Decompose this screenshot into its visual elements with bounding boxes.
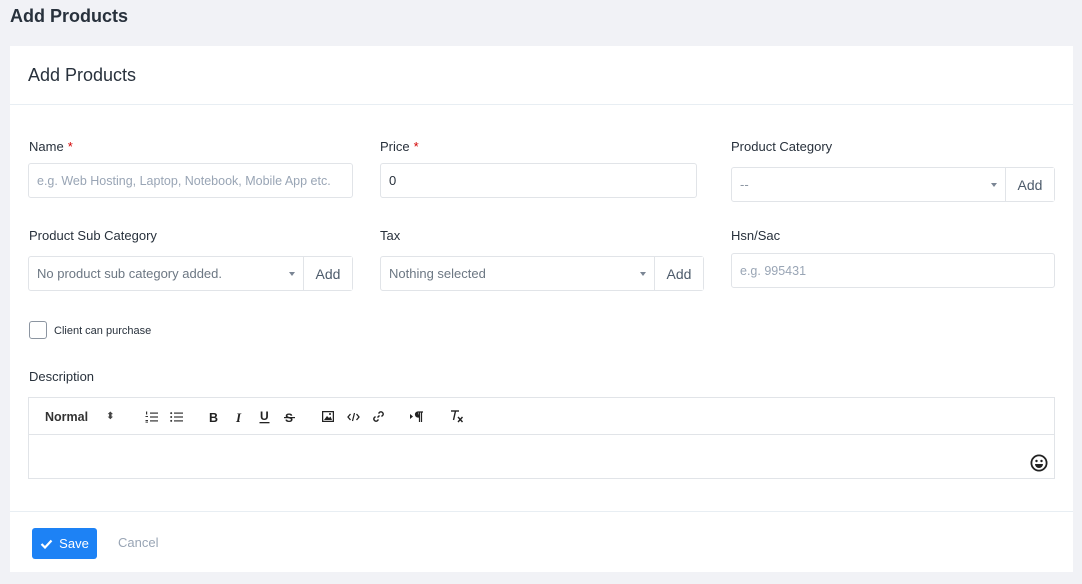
hsn-sac-label: Hsn/Sac	[731, 228, 781, 243]
product-sub-category-selected: No product sub category added.	[37, 266, 223, 281]
image-icon[interactable]	[322, 398, 334, 435]
product-sub-category-label: Product Sub Category	[29, 228, 157, 243]
chevron-down-icon	[991, 182, 997, 187]
svg-text:B: B	[209, 411, 218, 423]
code-icon[interactable]	[347, 398, 360, 435]
save-label: Save	[59, 536, 89, 551]
editor-content-area[interactable]	[29, 435, 1054, 479]
tax-label: Tax	[380, 228, 401, 243]
card-footer: Save Cancel	[10, 511, 1073, 572]
italic-icon[interactable]: I	[235, 398, 245, 435]
clear-format-icon[interactable]	[450, 398, 464, 435]
strike-icon[interactable]: S	[284, 398, 295, 435]
add-product-sub-category-button[interactable]: Add	[304, 257, 352, 290]
chevron-down-icon	[289, 271, 295, 276]
add-product-category-button[interactable]: Add	[1006, 168, 1054, 201]
price-label-text: Price	[380, 139, 410, 154]
product-sub-category-select[interactable]: No product sub category added.	[29, 257, 304, 290]
name-label-text: Name	[29, 139, 64, 154]
product-category-group: -- Add	[731, 167, 1055, 202]
cancel-button[interactable]: Cancel	[118, 535, 158, 550]
updown-icon: ⬍	[106, 411, 115, 422]
description-label: Description	[29, 369, 95, 384]
bullet-list-icon[interactable]	[170, 398, 183, 435]
hsn-sac-input[interactable]: e.g. 995431	[731, 253, 1055, 288]
tax-selected: Nothing selected	[389, 266, 486, 281]
link-icon[interactable]	[372, 398, 385, 435]
client-can-purchase-label[interactable]: Client can purchase	[54, 325, 151, 337]
page-heading: Add Products	[10, 6, 129, 26]
description-editor: Normal ⬍ B I U S	[28, 397, 1055, 479]
tax-select[interactable]: Nothing selected	[381, 257, 655, 290]
add-product-card: Add Products Name * e.g. Web Hosting, Lap…	[10, 46, 1073, 572]
name-label: Name *	[29, 139, 73, 154]
product-category-selected: --	[740, 177, 749, 192]
heading-select[interactable]: Normal ⬍	[45, 398, 114, 435]
product-category-select[interactable]: --	[732, 168, 1006, 201]
save-button[interactable]: Save	[32, 528, 97, 559]
bold-icon[interactable]: B	[209, 398, 219, 435]
add-tax-button[interactable]: Add	[655, 257, 703, 290]
check-icon	[40, 539, 53, 549]
required-marker: *	[67, 139, 73, 154]
price-input[interactable]: 0	[380, 163, 697, 198]
tax-group: Nothing selected Add	[380, 256, 704, 291]
product-sub-category-group: No product sub category added. Add	[28, 256, 353, 291]
svg-text:U: U	[260, 410, 269, 423]
card-title: Add Products	[28, 64, 137, 85]
chevron-down-icon	[640, 271, 646, 276]
heading-select-value: Normal	[45, 409, 89, 424]
price-label: Price *	[380, 139, 419, 154]
product-category-label: Product Category	[731, 139, 833, 154]
client-can-purchase-checkbox[interactable]	[29, 321, 47, 339]
emoji-icon[interactable]	[1030, 454, 1048, 472]
underline-icon[interactable]: U	[259, 398, 270, 435]
text-direction-icon[interactable]	[410, 398, 424, 435]
editor-toolbar: Normal ⬍ B I U S	[29, 398, 1054, 435]
ordered-list-icon[interactable]	[145, 398, 158, 435]
svg-text:I: I	[235, 411, 242, 423]
required-marker: *	[413, 139, 419, 154]
card-header: Add Products	[10, 46, 1073, 105]
name-input[interactable]: e.g. Web Hosting, Laptop, Notebook, Mobi…	[28, 163, 353, 198]
